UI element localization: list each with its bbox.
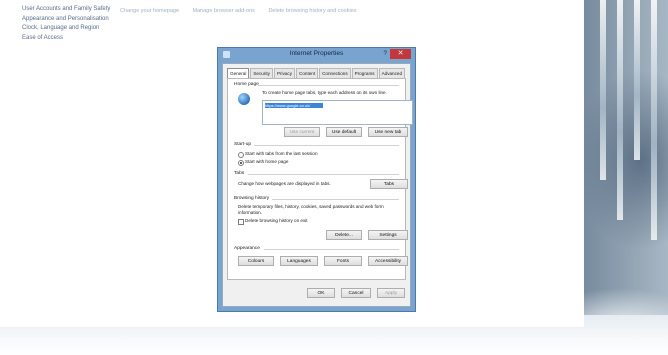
history-settings-button[interactable]: Settings [368, 230, 408, 240]
control-panel-sidebar: User Accounts and Family Safety Appearan… [22, 6, 132, 44]
home-page-address-field[interactable]: https://www.google.co.uk/ [262, 100, 413, 125]
general-tab-panel: Home page To create home page tabs, type… [227, 78, 413, 280]
home-page-url: https://www.google.co.uk/ [265, 103, 323, 108]
tab-security[interactable]: Security [250, 68, 273, 78]
tabs-settings-button[interactable]: Tabs [370, 179, 408, 189]
sidebar-link-clock-language[interactable]: Clock, Language and Region [22, 25, 132, 33]
link-change-homepage[interactable]: Change your homepage [120, 8, 179, 14]
internet-properties-dialog: Internet Properties ? ✕ General Security… [217, 47, 416, 312]
dialog-titlebar[interactable]: Internet Properties ? ✕ [218, 48, 415, 62]
radio-last-session[interactable] [238, 152, 244, 158]
group-browsing-history: Browsing history [234, 196, 270, 201]
accessibility-button[interactable]: Accessibility [368, 256, 408, 266]
use-default-button[interactable]: Use default [326, 127, 362, 137]
sidebar-link-user-accounts[interactable]: User Accounts and Family Safety [22, 6, 132, 14]
tab-connections[interactable]: Connections [319, 68, 351, 78]
delete-on-exit-checkbox[interactable] [238, 219, 244, 225]
cancel-button[interactable]: Cancel [341, 288, 371, 298]
link-manage-addons[interactable]: Manage browser add-ons [193, 8, 255, 14]
sidebar-link-appearance[interactable]: Appearance and Personalisation [22, 16, 132, 24]
tab-programs[interactable]: Programs [351, 68, 378, 78]
browsing-history-description: Delete temporary files, history, cookies… [238, 204, 384, 215]
fonts-button[interactable]: Fonts [324, 256, 362, 266]
tab-strip: General Security Privacy Content Connect… [227, 68, 406, 78]
apply-button[interactable]: Apply [377, 288, 405, 298]
close-button[interactable]: ✕ [390, 49, 411, 59]
group-tabs: Tabs [234, 171, 245, 176]
tab-advanced[interactable]: Advanced [378, 68, 406, 78]
group-appearance: Appearance [234, 246, 260, 251]
radio-home-page[interactable] [238, 160, 244, 166]
link-delete-history[interactable]: Delete browsing history and cookies [268, 8, 356, 14]
help-icon[interactable]: ? [383, 50, 387, 57]
use-new-tab-button[interactable]: Use new tab [368, 127, 408, 137]
ice-decoration [617, 0, 623, 220]
languages-button[interactable]: Languages [280, 256, 318, 266]
group-divider [272, 199, 399, 200]
group-divider [264, 249, 399, 250]
ok-button[interactable]: OK [307, 288, 335, 298]
control-panel-task-links: Change your homepage Manage browser add-… [120, 8, 369, 14]
tabs-description: Change how webpages are displayed in tab… [238, 181, 331, 186]
home-page-instruction: To create home page tabs, type each addr… [262, 90, 387, 95]
group-home-page: Home page [234, 82, 259, 87]
colours-button[interactable]: Colours [238, 256, 274, 266]
sidebar-link-ease-of-access[interactable]: Ease of Access [22, 35, 132, 43]
radio-home-page-label: Start with home page [245, 159, 289, 164]
group-startup: Start-up [234, 142, 252, 147]
radio-last-session-label: Start with tabs from the last session [245, 151, 318, 156]
dialog-client: General Security Privacy Content Connect… [222, 63, 413, 307]
group-divider [254, 145, 399, 146]
tab-privacy[interactable]: Privacy [273, 68, 296, 78]
ice-decoration [651, 0, 657, 240]
ice-decoration [600, 0, 606, 180]
ice-decoration [634, 0, 640, 160]
delete-button[interactable]: Delete... [326, 230, 362, 240]
tab-general[interactable]: General [227, 68, 250, 78]
delete-on-exit-label: Delete browsing history on exit [245, 218, 308, 223]
home-page-globe-icon [238, 93, 250, 105]
tab-content[interactable]: Content [296, 68, 319, 78]
group-divider [258, 85, 399, 86]
use-current-button[interactable]: Use current [284, 127, 320, 137]
group-divider [248, 174, 399, 175]
